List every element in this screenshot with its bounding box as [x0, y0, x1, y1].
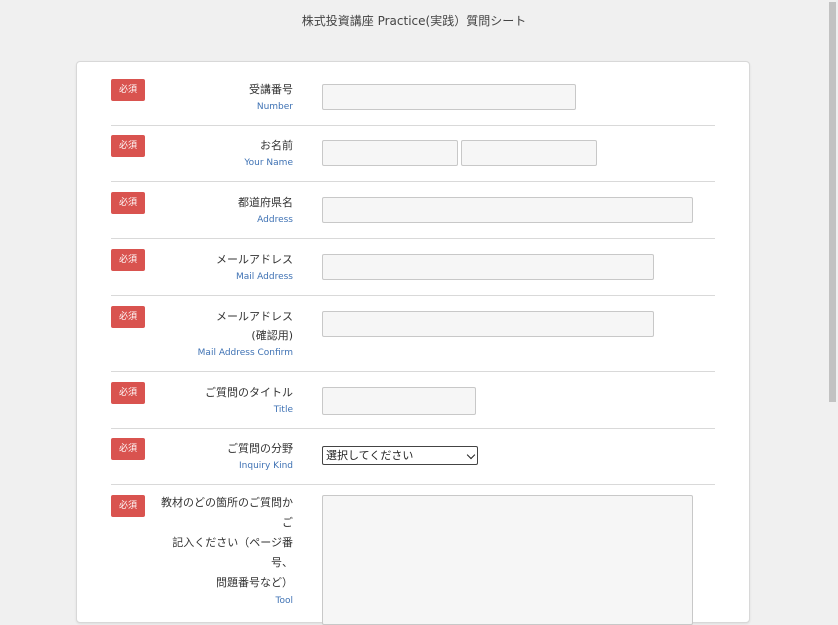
email-input[interactable] [322, 254, 654, 280]
field-label: ご質問のタイトル Title [151, 383, 293, 417]
chevron-down-icon [466, 450, 476, 460]
field-label: ご質問の分野 Inquiry Kind [151, 439, 293, 473]
vertical-scrollbar[interactable] [828, 0, 838, 613]
field-label: メールアドレス (確認用) Mail Address Confirm [151, 307, 293, 360]
form-row-mail: 必須 メールアドレス Mail Address [111, 239, 715, 296]
form-row-inquiry-kind: 必須 ご質問の分野 Inquiry Kind 選択してください [111, 429, 715, 485]
form-row-number: 必須 受講番号 Number [111, 62, 715, 126]
address-input[interactable] [322, 197, 693, 223]
page-title: 株式投資講座 Practice(実践）質問シート [301, 14, 527, 28]
label-en: Number [256, 102, 293, 112]
label-ja: メールアドレス [216, 253, 293, 266]
required-badge: 必須 [111, 438, 145, 460]
label-en: Mail Address [236, 272, 293, 282]
label-en: Your Name [244, 158, 293, 168]
label-ja: ご質問の分野 [227, 442, 293, 455]
label-ja: お名前 [260, 139, 293, 152]
tool-textarea[interactable] [322, 495, 693, 625]
inquiry-kind-select[interactable]: 選択してください [322, 446, 478, 465]
label-en: Tool [275, 596, 293, 606]
label-ja-line3: 問題番号など） [216, 576, 293, 589]
field-label: メールアドレス Mail Address [151, 250, 293, 284]
label-ja-line2: (確認用) [251, 329, 293, 342]
field-label: 教材のどの箇所のご質問かご 記入ください（ページ番号、 問題番号など） Tool [151, 493, 293, 608]
form-row-title: 必須 ご質問のタイトル Title [111, 372, 715, 429]
label-ja-line1: 教材のどの箇所のご質問かご [161, 496, 293, 529]
label-en: Inquiry Kind [239, 461, 293, 471]
required-badge: 必須 [111, 382, 145, 404]
label-ja-line2: 記入ください（ページ番号、 [172, 536, 293, 569]
label-en: Address [257, 215, 293, 225]
form-row-address: 必須 都道府県名 Address [111, 182, 715, 239]
required-badge: 必須 [111, 192, 145, 214]
field-label: 受講番号 Number [151, 80, 293, 114]
required-badge: 必須 [111, 135, 145, 157]
label-en: Mail Address Confirm [197, 348, 293, 358]
question-title-input[interactable] [322, 387, 476, 415]
form-row-mail-confirm: 必須 メールアドレス (確認用) Mail Address Confirm [111, 296, 715, 372]
last-name-input[interactable] [322, 140, 458, 166]
label-ja: 都道府県名 [238, 196, 293, 209]
field-label: 都道府県名 Address [151, 193, 293, 227]
first-name-input[interactable] [461, 140, 597, 166]
scrollbar-thumb[interactable] [829, 2, 836, 402]
form-row-tool: 必須 教材のどの箇所のご質問かご 記入ください（ページ番号、 問題番号など） T… [111, 485, 715, 625]
required-badge: 必須 [111, 79, 145, 101]
select-value: 選択してください [326, 449, 414, 462]
required-badge: 必須 [111, 306, 145, 328]
number-input[interactable] [322, 84, 576, 110]
label-en: Title [273, 405, 293, 415]
label-ja: 受講番号 [249, 83, 293, 96]
form-card: 必須 受講番号 Number 必須 お名前 Your Name 必須 都道府県名… [76, 61, 750, 625]
form-row-name: 必須 お名前 Your Name [111, 125, 715, 182]
email-confirm-input[interactable] [322, 311, 654, 337]
field-label: お名前 Your Name [151, 136, 293, 170]
required-badge: 必須 [111, 249, 145, 271]
required-badge: 必須 [111, 495, 145, 517]
label-ja: ご質問のタイトル [205, 386, 293, 399]
label-ja-line1: メールアドレス [216, 310, 293, 323]
